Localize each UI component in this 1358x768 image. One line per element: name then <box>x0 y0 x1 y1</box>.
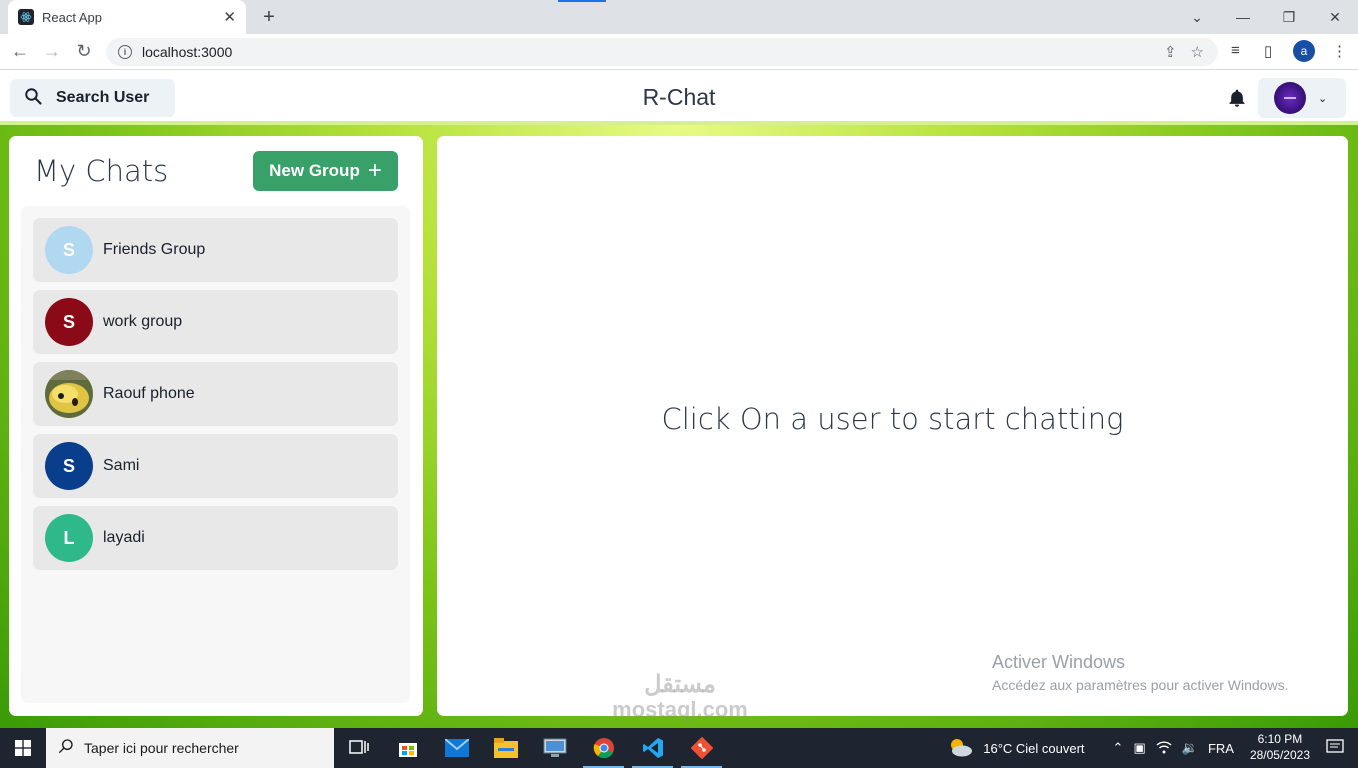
chat-list: S Friends Group S work group Raouf phone… <box>21 206 410 703</box>
watermark-arabic: مستقل <box>644 671 716 698</box>
chat-item-layadi[interactable]: L layadi <box>33 506 398 570</box>
reload-icon[interactable]: ↻ <box>73 41 95 62</box>
chat-avatar: S <box>45 298 93 346</box>
weather-text[interactable]: 16°C Ciel couvert <box>983 741 1084 756</box>
watermark-latin: mostaql.com <box>612 697 748 723</box>
reading-list-icon[interactable]: ≡ <box>1231 42 1240 59</box>
new-group-label: New Group <box>269 161 360 180</box>
activation-subtitle: Accédez aux paramètres pour activer Wind… <box>992 677 1289 693</box>
browser-profile-avatar[interactable]: a <box>1293 40 1315 62</box>
react-icon <box>18 9 34 25</box>
side-panel-icon[interactable]: ▯ <box>1264 42 1272 60</box>
url-text[interactable]: localhost:3000 <box>142 44 1164 60</box>
user-profile-menu[interactable]: ⌄ <box>1258 78 1346 118</box>
new-group-button[interactable]: New Group + <box>253 151 398 191</box>
chat-name: Sami <box>103 457 140 474</box>
user-avatar <box>1274 82 1306 114</box>
bookmark-star-icon[interactable]: ☆ <box>1191 43 1204 61</box>
address-bar-row: ← → ↻ i localhost:3000 ⇪ ☆ ≡ ▯ a ⋮ <box>0 34 1358 70</box>
chrome-icon[interactable] <box>579 728 628 768</box>
omnibox[interactable]: i localhost:3000 ⇪ ☆ <box>106 38 1218 66</box>
mail-icon[interactable] <box>432 728 481 768</box>
chevron-down-icon: ⌄ <box>1318 92 1328 105</box>
my-chats-panel: My Chats New Group + S Friends Group S w… <box>9 136 423 716</box>
chat-item-friends-group[interactable]: S Friends Group <box>33 218 398 282</box>
chat-avatar-photo <box>45 370 93 418</box>
chat-name: Friends Group <box>103 241 206 258</box>
close-window-icon[interactable]: ✕ <box>1312 9 1358 26</box>
system-tray: 16°C Ciel couvert ⌃ ▣ 🔉 FRA 6:10 PM 28/0… <box>947 728 1358 768</box>
task-view-icon[interactable] <box>334 728 383 768</box>
input-language[interactable]: FRA <box>1208 741 1234 756</box>
empty-chat-message: Click On a user to start chatting <box>661 402 1124 436</box>
tab-title: React App <box>42 9 102 25</box>
taskbar-search-box[interactable]: Taper ici pour rechercher <box>46 728 334 768</box>
minimize-icon[interactable]: — <box>1220 9 1266 25</box>
plus-icon: + <box>367 157 382 184</box>
chat-box: Click On a user to start chatting Active… <box>437 136 1348 716</box>
chat-avatar: S <box>45 442 93 490</box>
browser-tab[interactable]: React App ✕ <box>8 0 246 34</box>
clock-time: 6:10 PM <box>1257 732 1303 747</box>
file-explorer-icon[interactable] <box>481 728 530 768</box>
share-icon[interactable]: ⇪ <box>1164 43 1177 61</box>
weather-icon[interactable] <box>947 737 973 760</box>
taskbar-clock[interactable]: 6:10 PM 28/05/2023 <box>1250 732 1310 763</box>
my-chats-title: My Chats <box>34 154 169 188</box>
watermark: مستقل mostaql.com <box>596 671 764 723</box>
chat-name: layadi <box>103 529 145 546</box>
tab-close-icon[interactable]: ✕ <box>223 8 236 26</box>
windows-start-icon[interactable] <box>0 740 46 756</box>
tab-strip-accent <box>558 0 606 2</box>
remote-desktop-icon[interactable] <box>530 728 579 768</box>
meet-now-icon[interactable]: ▣ <box>1133 740 1145 756</box>
wifi-icon[interactable] <box>1156 740 1172 757</box>
taskbar-search-placeholder: Taper ici pour rechercher <box>84 740 239 756</box>
chat-avatar: S <box>45 226 93 274</box>
notification-bell-icon[interactable] <box>1227 87 1247 114</box>
taskbar-search-icon <box>58 738 74 759</box>
forward-icon[interactable]: → <box>41 41 63 62</box>
vscode-icon[interactable] <box>628 728 677 768</box>
microsoft-store-icon[interactable] <box>383 728 432 768</box>
chat-avatar: L <box>45 514 93 562</box>
new-tab-icon[interactable]: + <box>258 6 280 29</box>
tab-search-chevron-icon[interactable]: ⌄ <box>1174 9 1220 26</box>
app-header: Search User R-Chat ⌄ <box>0 71 1358 125</box>
chat-item-work-group[interactable]: S work group <box>33 290 398 354</box>
activation-title: Activer Windows <box>992 652 1126 672</box>
back-icon[interactable]: ← <box>9 41 31 62</box>
git-tool-icon[interactable] <box>677 728 726 768</box>
window-controls: ⌄ — ❐ ✕ <box>1174 0 1358 34</box>
site-info-icon[interactable]: i <box>118 45 132 59</box>
browser-tabstrip: React App ✕ + ⌄ — ❐ ✕ <box>0 0 1358 34</box>
show-hidden-icons-chevron-icon[interactable]: ⌃ <box>1113 740 1124 756</box>
chat-item-raouf-phone[interactable]: Raouf phone <box>33 362 398 426</box>
chat-name: work group <box>103 313 183 330</box>
volume-icon[interactable]: 🔉 <box>1182 740 1198 756</box>
windows-taskbar: Taper ici pour rechercher 16°C Ciel couv… <box>0 728 1358 768</box>
browser-menu-icon[interactable]: ⋮ <box>1332 42 1347 60</box>
chat-item-sami[interactable]: S Sami <box>33 434 398 498</box>
restore-icon[interactable]: ❐ <box>1266 9 1312 26</box>
app-title: R-Chat <box>642 84 716 110</box>
clock-date: 28/05/2023 <box>1249 748 1310 762</box>
notifications-icon[interactable] <box>1326 738 1344 758</box>
chat-name: Raouf phone <box>103 385 195 402</box>
windows-activation-notice: Activer Windows Accédez aux paramètres p… <box>992 652 1288 693</box>
